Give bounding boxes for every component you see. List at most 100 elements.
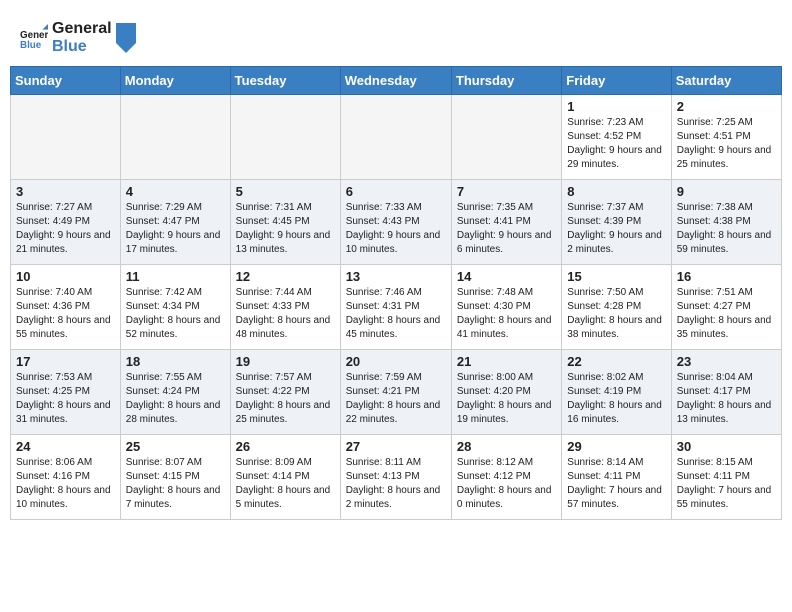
day-header-saturday: Saturday <box>671 67 781 95</box>
day-info: Sunrise: 7:29 AMSunset: 4:47 PMDaylight:… <box>126 201 225 257</box>
day-number: 4 <box>126 184 225 199</box>
calendar-cell: 1 Sunrise: 7:23 AMSunset: 4:52 PMDaylight… <box>562 95 671 180</box>
calendar-cell: 5 Sunrise: 7:31 AMSunset: 4:45 PMDaylight… <box>230 180 340 265</box>
calendar-cell: 10 Sunrise: 7:40 AMSunset: 4:36 PMDayligh… <box>11 265 121 350</box>
calendar-cell: 23 Sunrise: 8:04 AMSunset: 4:17 PMDayligh… <box>671 350 781 435</box>
day-info: Sunrise: 8:02 AMSunset: 4:19 PMDaylight:… <box>567 371 665 427</box>
day-number: 16 <box>677 269 776 284</box>
day-info: Sunrise: 8:00 AMSunset: 4:20 PMDaylight:… <box>457 371 556 427</box>
day-header-thursday: Thursday <box>451 67 561 95</box>
day-header-friday: Friday <box>562 67 671 95</box>
day-number: 27 <box>346 439 446 454</box>
calendar-week-row: 10 Sunrise: 7:40 AMSunset: 4:36 PMDayligh… <box>11 265 782 350</box>
day-number: 18 <box>126 354 225 369</box>
calendar-week-row: 24 Sunrise: 8:06 AMSunset: 4:16 PMDayligh… <box>11 435 782 520</box>
day-info: Sunrise: 7:38 AMSunset: 4:38 PMDaylight:… <box>677 201 776 257</box>
day-info: Sunrise: 7:53 AMSunset: 4:25 PMDaylight:… <box>16 371 115 427</box>
day-info: Sunrise: 7:35 AMSunset: 4:41 PMDaylight:… <box>457 201 556 257</box>
calendar-cell: 30Sunrise: 8:15 AMSunset: 4:11 PMDayligh… <box>671 435 781 520</box>
day-info: Sunrise: 7:37 AMSunset: 4:39 PMDaylight:… <box>567 201 665 257</box>
day-number: 14 <box>457 269 556 284</box>
calendar-week-row: 17 Sunrise: 7:53 AMSunset: 4:25 PMDayligh… <box>11 350 782 435</box>
day-info: Sunrise: 7:40 AMSunset: 4:36 PMDaylight:… <box>16 286 115 342</box>
day-info: Sunrise: 7:42 AMSunset: 4:34 PMDaylight:… <box>126 286 225 342</box>
calendar-week-row: 3Sunrise: 7:27 AMSunset: 4:49 PMDaylight… <box>11 180 782 265</box>
day-number: 2 <box>677 99 776 114</box>
day-info: Sunrise: 8:14 AMSunset: 4:11 PMDaylight:… <box>567 456 665 512</box>
day-info: Sunrise: 8:04 AMSunset: 4:17 PMDaylight:… <box>677 371 776 427</box>
day-info: Sunrise: 7:59 AMSunset: 4:21 PMDaylight:… <box>346 371 446 427</box>
calendar-cell: 15 Sunrise: 7:50 AMSunset: 4:28 PMDayligh… <box>562 265 671 350</box>
calendar-cell: 20 Sunrise: 7:59 AMSunset: 4:21 PMDayligh… <box>340 350 451 435</box>
day-info: Sunrise: 7:25 AMSunset: 4:51 PMDaylight:… <box>677 116 776 172</box>
day-info: Sunrise: 7:50 AMSunset: 4:28 PMDaylight:… <box>567 286 665 342</box>
svg-text:Blue: Blue <box>20 39 42 50</box>
day-number: 10 <box>16 269 115 284</box>
day-number: 13 <box>346 269 446 284</box>
day-header-monday: Monday <box>120 67 230 95</box>
logo-arrow-icon <box>116 23 136 53</box>
calendar-cell: 19Sunrise: 7:57 AMSunset: 4:22 PMDayligh… <box>230 350 340 435</box>
calendar-cell: 8 Sunrise: 7:37 AMSunset: 4:39 PMDaylight… <box>562 180 671 265</box>
calendar-cell: 3Sunrise: 7:27 AMSunset: 4:49 PMDaylight… <box>11 180 121 265</box>
day-number: 23 <box>677 354 776 369</box>
day-number: 11 <box>126 269 225 284</box>
calendar-cell: 28 Sunrise: 8:12 AMSunset: 4:12 PMDayligh… <box>451 435 561 520</box>
day-info: Sunrise: 8:09 AMSunset: 4:14 PMDaylight:… <box>236 456 335 512</box>
calendar-cell <box>11 95 121 180</box>
calendar-cell: 13 Sunrise: 7:46 AMSunset: 4:31 PMDayligh… <box>340 265 451 350</box>
day-number: 24 <box>16 439 115 454</box>
day-info: Sunrise: 8:15 AMSunset: 4:11 PMDaylight:… <box>677 456 776 512</box>
day-header-sunday: Sunday <box>11 67 121 95</box>
day-info: Sunrise: 8:07 AMSunset: 4:15 PMDaylight:… <box>126 456 225 512</box>
calendar-cell <box>451 95 561 180</box>
day-number: 9 <box>677 184 776 199</box>
calendar-cell: 7 Sunrise: 7:35 AMSunset: 4:41 PMDaylight… <box>451 180 561 265</box>
day-number: 17 <box>16 354 115 369</box>
calendar-cell: 4 Sunrise: 7:29 AMSunset: 4:47 PMDaylight… <box>120 180 230 265</box>
day-info: Sunrise: 7:46 AMSunset: 4:31 PMDaylight:… <box>346 286 446 342</box>
day-number: 6 <box>346 184 446 199</box>
calendar-cell <box>230 95 340 180</box>
day-info: Sunrise: 7:31 AMSunset: 4:45 PMDaylight:… <box>236 201 335 257</box>
calendar-cell: 16 Sunrise: 7:51 AMSunset: 4:27 PMDayligh… <box>671 265 781 350</box>
day-number: 1 <box>567 99 665 114</box>
calendar-cell: 11 Sunrise: 7:42 AMSunset: 4:34 PMDayligh… <box>120 265 230 350</box>
day-number: 28 <box>457 439 556 454</box>
header: General Blue General Blue <box>10 10 782 60</box>
calendar-cell: 6 Sunrise: 7:33 AMSunset: 4:43 PMDaylight… <box>340 180 451 265</box>
day-number: 15 <box>567 269 665 284</box>
day-number: 26 <box>236 439 335 454</box>
calendar-cell: 14Sunrise: 7:48 AMSunset: 4:30 PMDayligh… <box>451 265 561 350</box>
calendar-cell: 25Sunrise: 8:07 AMSunset: 4:15 PMDayligh… <box>120 435 230 520</box>
day-info: Sunrise: 7:51 AMSunset: 4:27 PMDaylight:… <box>677 286 776 342</box>
day-info: Sunrise: 7:44 AMSunset: 4:33 PMDaylight:… <box>236 286 335 342</box>
calendar-cell: 26 Sunrise: 8:09 AMSunset: 4:14 PMDayligh… <box>230 435 340 520</box>
day-info: Sunrise: 7:23 AMSunset: 4:52 PMDaylight:… <box>567 116 665 172</box>
day-info: Sunrise: 8:12 AMSunset: 4:12 PMDaylight:… <box>457 456 556 512</box>
calendar: SundayMondayTuesdayWednesdayThursdayFrid… <box>10 66 782 520</box>
calendar-week-row: 1 Sunrise: 7:23 AMSunset: 4:52 PMDaylight… <box>11 95 782 180</box>
calendar-cell: 18Sunrise: 7:55 AMSunset: 4:24 PMDayligh… <box>120 350 230 435</box>
calendar-cell: 29 Sunrise: 8:14 AMSunset: 4:11 PMDayligh… <box>562 435 671 520</box>
calendar-cell <box>340 95 451 180</box>
day-header-wednesday: Wednesday <box>340 67 451 95</box>
day-header-tuesday: Tuesday <box>230 67 340 95</box>
calendar-cell: 9 Sunrise: 7:38 AMSunset: 4:38 PMDaylight… <box>671 180 781 265</box>
day-number: 7 <box>457 184 556 199</box>
calendar-cell: 2 Sunrise: 7:25 AMSunset: 4:51 PMDaylight… <box>671 95 781 180</box>
calendar-cell <box>120 95 230 180</box>
calendar-header-row: SundayMondayTuesdayWednesdayThursdayFrid… <box>11 67 782 95</box>
day-info: Sunrise: 8:06 AMSunset: 4:16 PMDaylight:… <box>16 456 115 512</box>
calendar-cell: 21Sunrise: 8:00 AMSunset: 4:20 PMDayligh… <box>451 350 561 435</box>
day-info: Sunrise: 7:57 AMSunset: 4:22 PMDaylight:… <box>236 371 335 427</box>
day-number: 20 <box>346 354 446 369</box>
calendar-cell: 17 Sunrise: 7:53 AMSunset: 4:25 PMDayligh… <box>11 350 121 435</box>
logo: General Blue General Blue <box>20 20 136 55</box>
day-number: 29 <box>567 439 665 454</box>
day-number: 8 <box>567 184 665 199</box>
day-info: Sunrise: 7:33 AMSunset: 4:43 PMDaylight:… <box>346 201 446 257</box>
day-info: Sunrise: 7:27 AMSunset: 4:49 PMDaylight:… <box>16 201 115 257</box>
day-number: 22 <box>567 354 665 369</box>
day-number: 5 <box>236 184 335 199</box>
